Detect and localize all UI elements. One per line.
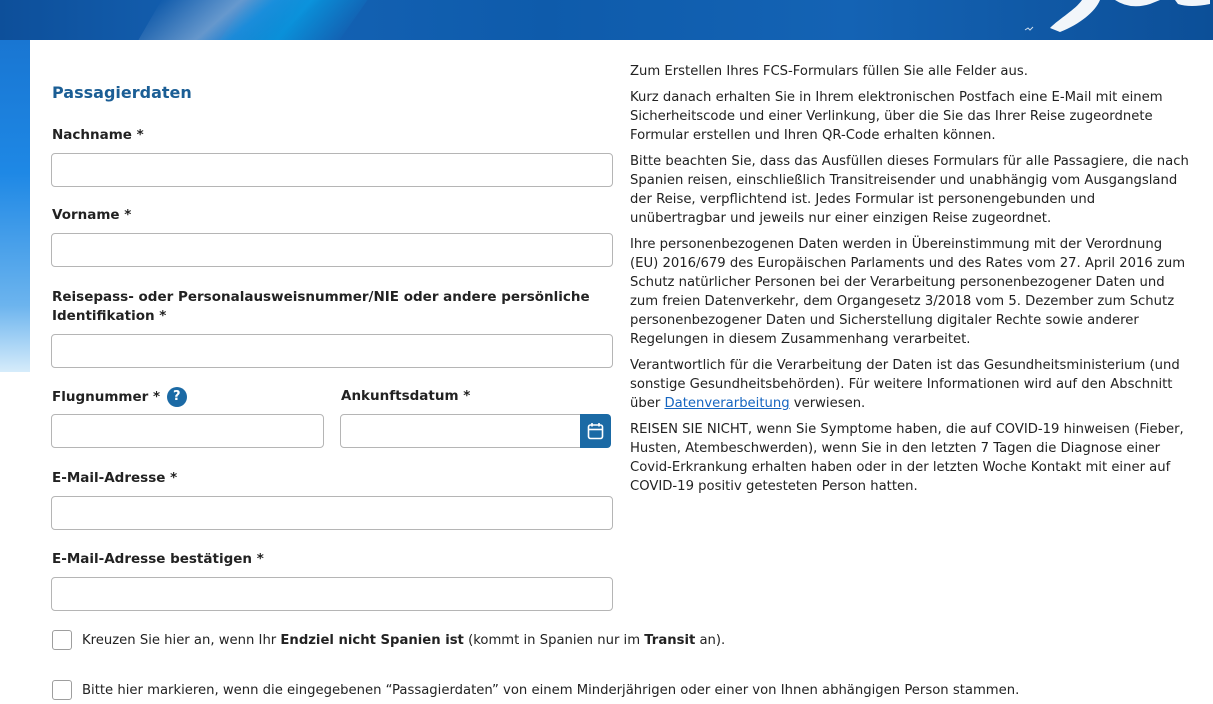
firstname-input[interactable] — [51, 233, 613, 267]
transit-checkbox-row[interactable]: Kreuzen Sie hier an, wenn Ihr Endziel ni… — [52, 630, 725, 650]
section-title: Passagierdaten — [52, 83, 192, 102]
spain-logo-graphic — [1024, 0, 1210, 32]
flight-number-input[interactable] — [51, 414, 324, 448]
email-input[interactable] — [51, 496, 613, 530]
info-panel: Zum Erstellen Ihres FCS-Formulars füllen… — [630, 62, 1190, 503]
transit-checkbox[interactable] — [52, 630, 72, 650]
info-paragraph-obligation: Bitte beachten Sie, dass das Ausfüllen d… — [630, 154, 1189, 226]
arrival-date-input[interactable] — [340, 414, 584, 448]
transit-checkbox-label: Kreuzen Sie hier an, wenn Ihr Endziel ni… — [82, 632, 726, 648]
id-label: Reisepass- oder Personalausweisnummer/NI… — [52, 288, 590, 326]
info-paragraph-warning: REISEN SIE NICHT, wenn Sie Symptome habe… — [630, 422, 1184, 494]
email-label: E-Mail-Adresse * — [52, 470, 178, 486]
calendar-button[interactable] — [580, 414, 611, 448]
info-paragraph-privacy: Ihre personenbezogenen Daten werden in Ü… — [630, 237, 1186, 347]
header-banner — [0, 0, 1213, 40]
email-confirm-input[interactable] — [51, 577, 613, 611]
id-label-line1: Reisepass- oder Personalausweisnummer/NI… — [52, 289, 590, 305]
email-confirm-label: E-Mail-Adresse bestätigen * — [52, 551, 264, 567]
firstname-label: Vorname * — [52, 207, 132, 223]
id-input[interactable] — [51, 334, 613, 368]
info-paragraph-email: Kurz danach erhalten Sie in Ihrem elektr… — [630, 90, 1163, 143]
info-paragraph-intro: Zum Erstellen Ihres FCS-Formulars füllen… — [630, 64, 1028, 79]
minor-checkbox-row[interactable]: Bitte hier markieren, wenn die eingegebe… — [52, 680, 1019, 700]
flight-label-row: Flugnummer * ? — [52, 387, 187, 407]
minor-checkbox[interactable] — [52, 680, 72, 700]
side-decoration — [0, 40, 30, 372]
id-label-line2: Identifikation * — [52, 308, 167, 324]
flight-label: Flugnummer * — [52, 389, 161, 405]
lastname-input[interactable] — [51, 153, 613, 187]
data-processing-link[interactable]: Datenverarbeitung — [664, 396, 789, 411]
help-icon[interactable]: ? — [166, 387, 187, 407]
calendar-icon — [587, 423, 604, 440]
arrival-label: Ankunftsdatum * — [341, 388, 471, 404]
minor-checkbox-label: Bitte hier markieren, wenn die eingegebe… — [82, 682, 1020, 698]
responsible-text-end: verwiesen. — [789, 396, 866, 411]
info-paragraph-responsible: Verantwortlich für die Verarbeitung der … — [630, 356, 1190, 413]
lastname-label: Nachname * — [52, 127, 144, 143]
